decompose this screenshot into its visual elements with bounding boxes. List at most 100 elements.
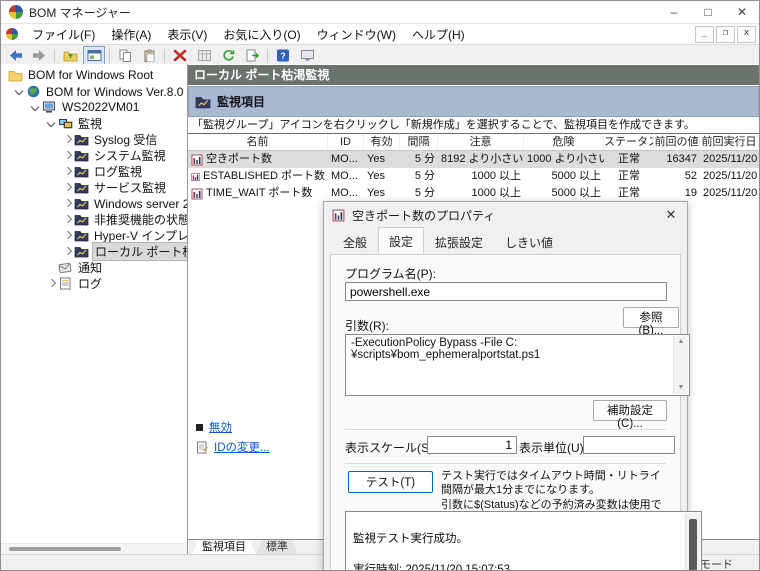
program-name-input[interactable] [345,282,667,301]
mdi-minimize-button[interactable]: _ [695,25,714,43]
table-row[interactable]: 空きポート数 MO... Yes 5 分 8192 より小さい 1000 より小… [188,151,759,168]
tree-item-deprecated-check[interactable]: 非推奨機能の状態チェック [1,211,187,227]
table-row[interactable]: ESTABLISHED ポート数 MO... Yes 5 分 1000 以上 5… [188,168,759,185]
minimize-button[interactable]: – [657,2,691,23]
scroll-down-icon[interactable]: ▼ [674,382,688,394]
cell-warning: 1000 以上 [471,187,521,199]
tab-settings[interactable]: 設定 [378,227,425,254]
tree-item-log-monitor[interactable]: ログ監視 [1,163,187,179]
disable-link[interactable]: 無効 [209,419,232,435]
delete-icon[interactable] [169,46,191,66]
dialog-close-icon[interactable]: ✕ [655,203,687,227]
display-unit-label: 表示単位(U): [519,441,587,455]
column-header[interactable]: 危険 [524,134,604,150]
log-icon [58,277,73,290]
menu-action[interactable]: 操作(A) [103,24,159,45]
column-header[interactable]: 間隔 [400,134,438,150]
chevron-right-icon[interactable] [61,197,73,209]
back-icon[interactable] [4,46,26,66]
tree-item-monitoring[interactable]: 監視 [1,115,187,131]
args-textarea[interactable]: -ExecutionPolicy Bypass -File C:¥scripts… [345,334,690,396]
result-scrollbar[interactable] [685,513,700,570]
view-window-icon[interactable] [83,45,105,66]
cell-status: 正常 [618,153,640,165]
tree-item-ws2022vm01[interactable]: WS2022VM01 [1,99,187,115]
tree-item-label: Windows server 2025 セ [94,196,187,211]
cell-last-run: 2025/11/20 15 [703,153,759,165]
menu-favorites[interactable]: お気に入り(O) [215,24,308,45]
chevron-right-icon[interactable] [61,213,73,225]
tab-threshold[interactable]: しきい値 [494,229,564,256]
tree-item-system-monitor[interactable]: システム監視 [1,147,187,163]
cell-enabled: Yes [367,170,385,182]
aux-settings-button[interactable]: 補助設定(C)... [593,400,667,430]
column-header[interactable]: 有効 [364,134,400,150]
tree-item-notification[interactable]: 通知 [1,259,187,275]
properties-dialog: 空きポート数のプロパティ ✕ 全般 設定 拡張設定 しきい値 プログラム名(P)… [323,201,702,570]
properties-icon[interactable] [193,46,215,66]
chevron-down-icon[interactable] [13,85,25,97]
column-header[interactable]: 注意 [438,134,524,150]
column-header[interactable]: 前回実行日 [700,134,759,150]
column-header[interactable]: 前回の値 [654,134,700,150]
tree-item-service-monitor[interactable]: サービス監視 [1,179,187,195]
menu-view[interactable]: 表示(V) [159,24,215,45]
tree-item-label: 非推奨機能の状態チェック [94,212,187,227]
test-button[interactable]: テスト(T) [348,471,433,493]
display-scale-input[interactable] [427,436,517,454]
counter-icon [332,209,345,221]
menu-file[interactable]: ファイル(F) [24,24,103,45]
browse-button[interactable]: 参照(B)... [623,307,679,337]
close-button[interactable]: ✕ [725,2,759,23]
mdi-close-button[interactable]: x [737,25,756,43]
tree-item-local-port-monitor[interactable]: ローカル ポート枯渇監視 [1,241,187,261]
display-unit-input[interactable] [583,436,675,454]
change-id-link[interactable]: IDの変更... [214,439,270,455]
test-result-box[interactable]: 監視テスト実行成功。 実行時刻: 2025/11/20 15:07:53 実行時… [345,511,702,570]
chevron-right-icon[interactable] [61,165,73,177]
column-header[interactable]: ステータス [604,134,654,150]
scrollbar-thumb[interactable] [9,547,121,551]
scrollbar-thumb[interactable] [689,519,697,570]
export-icon[interactable] [241,46,263,66]
maximize-button[interactable]: □ [691,2,725,23]
chevron-right-icon[interactable] [61,245,73,257]
separator [345,429,666,431]
chevron-right-icon[interactable] [61,133,73,145]
tree-item-bom-local[interactable]: BOM for Windows Ver.8.0 (ローカル) [1,83,187,99]
toolbar-separator [54,48,55,63]
tab-monitor-items[interactable]: 監視項目 [192,540,256,555]
program-name-label: プログラム名(P): [345,267,436,281]
tab-general[interactable]: 全般 [332,229,378,256]
paste-icon[interactable] [138,46,160,66]
chevron-down-icon[interactable] [45,117,57,129]
mdi-restore-button[interactable]: ❐ [716,25,735,43]
tab-extended-settings[interactable]: 拡張設定 [424,229,494,256]
copy-icon[interactable] [114,46,136,66]
menu-help[interactable]: ヘルプ(H) [404,24,473,45]
chevron-right-icon[interactable] [45,277,57,289]
tab-standard[interactable]: 標準 [256,540,298,555]
folder-up-icon[interactable] [59,46,81,66]
table-row[interactable]: TIME_WAIT ポート数 MO... Yes 5 分 1000 以上 500… [188,185,759,202]
chevron-right-icon[interactable] [61,149,73,161]
chevron-right-icon[interactable] [61,181,73,193]
forward-icon[interactable] [28,46,50,66]
help-icon[interactable]: ? [272,46,294,66]
scroll-up-icon[interactable]: ▲ [674,336,688,348]
tree-item-ws2025-security[interactable]: Windows server 2025 セ [1,195,187,211]
menu-window[interactable]: ウィンドウ(W) [309,24,404,45]
counter-icon [191,154,203,165]
column-header[interactable]: 名前 [188,134,328,150]
monitor-folder-icon [74,213,89,226]
refresh-icon[interactable] [217,46,239,66]
chevron-right-icon[interactable] [61,229,73,241]
cell-id: MO... [331,170,358,182]
tree-item-log[interactable]: ログ [1,275,187,291]
tree-item-syslog[interactable]: Syslog 受信 [1,131,187,147]
tree-item-root[interactable]: BOM for Windows Root [1,67,187,83]
chevron-down-icon[interactable] [29,101,41,113]
monitor-icon[interactable] [296,46,318,66]
args-scrollbar[interactable]: ▲ ▼ [673,336,688,394]
column-header[interactable]: ID [328,134,364,150]
